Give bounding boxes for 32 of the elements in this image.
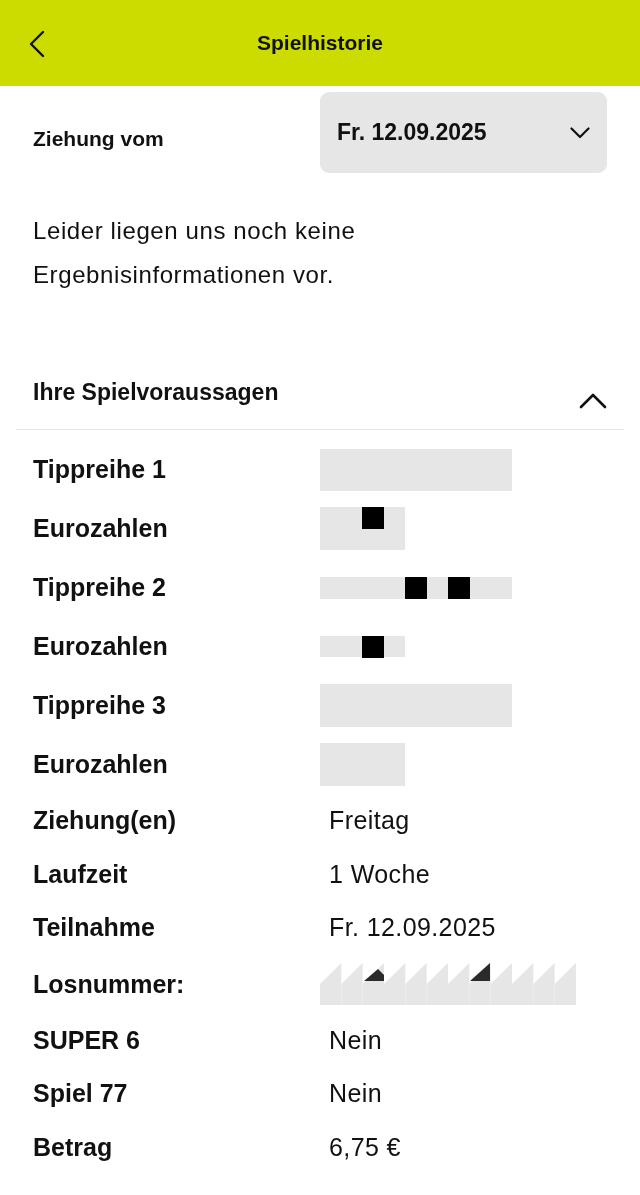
square-icon xyxy=(362,507,384,529)
row-label: Eurozahlen xyxy=(33,750,169,779)
chevron-up-icon xyxy=(579,393,607,409)
row-label: Betrag xyxy=(33,1132,114,1162)
square-icon xyxy=(448,576,470,599)
row-label: Laufzeit xyxy=(33,859,129,889)
square-icon xyxy=(362,636,384,658)
row-label: Eurozahlen xyxy=(33,632,169,661)
info-message: Leider liegen uns noch keine Ergebnisinformationen vor. xyxy=(33,216,357,290)
row-label: Eurozahlen xyxy=(33,514,169,543)
date-dropdown[interactable]: Fr. 12.09.2025 xyxy=(320,92,607,173)
row-label: Tippreihe 3 xyxy=(33,691,167,720)
row-label: Losnummer: xyxy=(33,969,186,999)
row-label: Ziehung(en) xyxy=(33,806,178,836)
chevron-down-icon xyxy=(570,126,590,139)
row-label: SUPER 6 xyxy=(33,1025,141,1055)
row-label: Tippreihe 1 xyxy=(33,455,167,484)
row-value: 1 Woche xyxy=(328,859,430,889)
row-label: Spiel 77 xyxy=(33,1079,129,1109)
row-value: Nein xyxy=(328,1079,383,1109)
square-icon xyxy=(405,576,427,599)
page-title: Spielhistorie xyxy=(257,31,383,55)
section-title: Ihre Spielvoraussagen xyxy=(33,378,279,407)
chevron-left-icon xyxy=(29,30,45,58)
field-label: Ziehung vom xyxy=(33,126,164,151)
row-label: Tippreihe 2 xyxy=(33,573,167,602)
row-label: Teilnahme xyxy=(33,913,156,943)
row-value: Fr. 12.09.2025 xyxy=(328,913,496,943)
collapse-toggle[interactable] xyxy=(579,393,607,409)
row-value: Nein xyxy=(328,1025,383,1055)
row-value: Freitag xyxy=(328,806,410,836)
row-value: 6,75 € xyxy=(328,1132,401,1162)
